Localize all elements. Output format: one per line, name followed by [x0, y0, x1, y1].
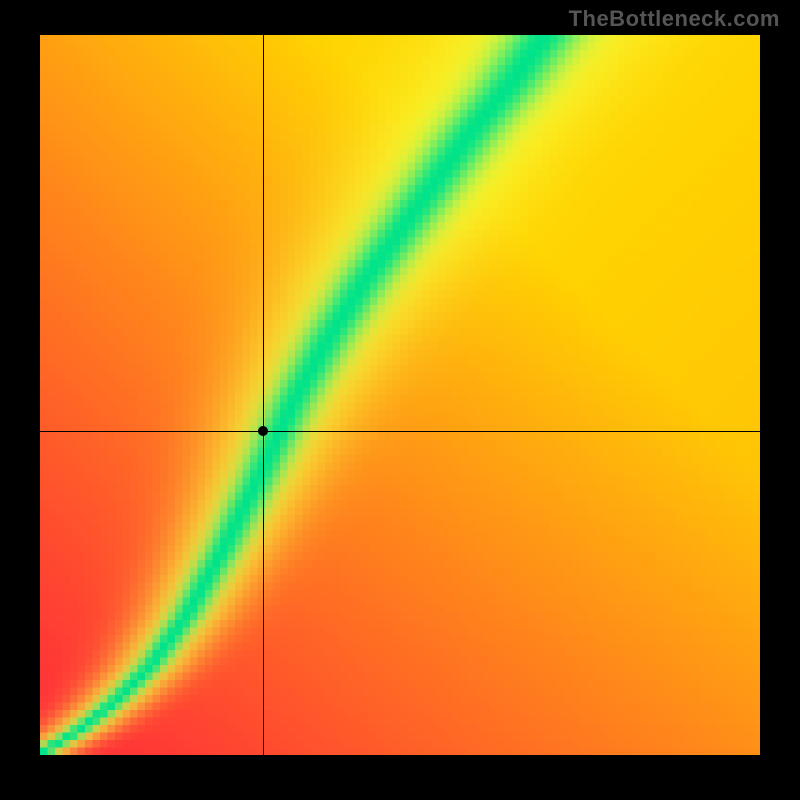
- heatmap-canvas: [40, 35, 760, 755]
- heatmap-plot: [40, 35, 760, 755]
- watermark-text: TheBottleneck.com: [569, 6, 780, 32]
